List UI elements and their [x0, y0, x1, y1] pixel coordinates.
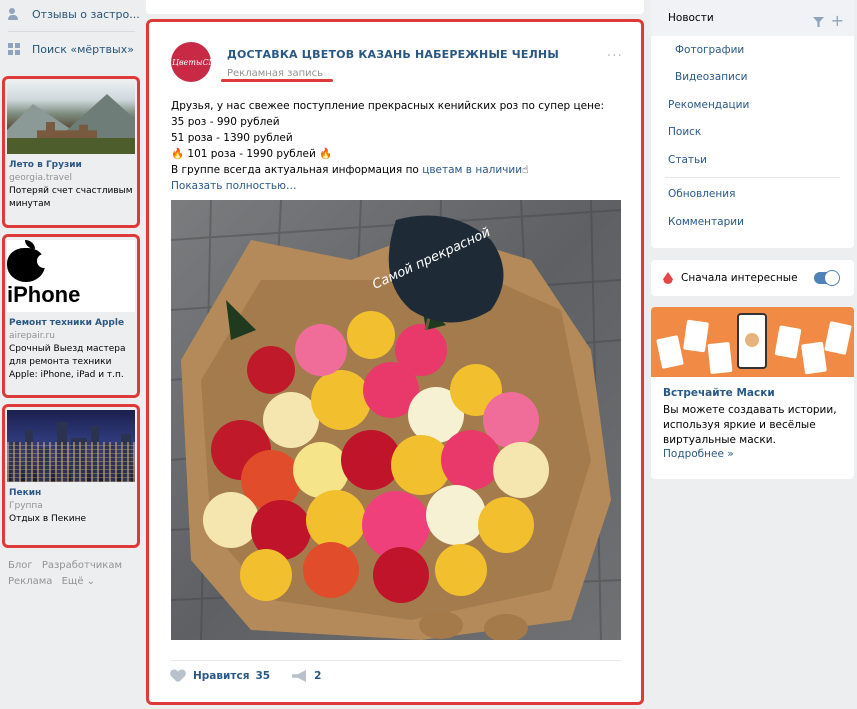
masks-promo-text: Вы можете создавать истории, используя я… — [663, 404, 837, 446]
masks-promo-card[interactable]: Встречайте Маски Вы можете создавать ист… — [651, 307, 854, 479]
ad-image-georgia[interactable] — [7, 82, 135, 154]
menu-divider — [665, 176, 840, 178]
left-menu-item-reviews[interactable]: Отзывы о застро... — [0, 0, 143, 28]
post-photo-bouquet[interactable]: Самой прекрасной — [171, 200, 621, 640]
iphone-logo-text: iPhone — [7, 282, 81, 307]
smart-feed-switch[interactable] — [814, 270, 840, 286]
more-options-icon[interactable]: ··· — [607, 48, 623, 64]
post-text-line: 35 роз - 990 рублей — [171, 116, 280, 128]
left-menu-item-search-dead[interactable]: Поиск «мёртвых» — [0, 35, 143, 63]
share-count: 2 — [314, 670, 322, 682]
ad-image-beijing[interactable] — [7, 410, 135, 482]
menu-item-comments[interactable]: Комментарии — [651, 208, 854, 236]
post-text-line: 51 роза - 1390 рублей — [171, 132, 293, 144]
ad-image-iphone[interactable]: iPhone — [7, 240, 135, 312]
ad-text: Потеряй счет счастливым минутам — [9, 186, 133, 209]
share-button[interactable]: 2 — [292, 670, 321, 682]
left-sidebar: Отзывы о застро... Поиск «мёртвых» — [0, 0, 143, 63]
vk-feed-page: Отзывы о застро... Поиск «мёртвых» Лето … — [0, 0, 857, 709]
flame-icon — [663, 272, 673, 284]
left-ad-georgia[interactable]: Лето в Грузии georgia.travel Потеряй сче… — [2, 76, 140, 228]
menu-item-photos[interactable]: Фотографии — [651, 36, 854, 64]
apple-logo-icon — [7, 240, 51, 282]
footer-link-ads[interactable]: Реклама — [8, 576, 52, 587]
footer-link-more[interactable]: Ещё ⌄ — [62, 576, 95, 587]
megaphone-icon — [292, 670, 307, 682]
group-name-link[interactable]: ДОСТАВКА ЦВЕТОВ КАЗАНЬ НАБЕРЕЖНЫЕ ЧЕЛНЫ — [227, 48, 559, 61]
bouquet-illustration: Самой прекрасной — [171, 200, 621, 640]
previous-post-edge — [146, 0, 644, 14]
post-inline-link[interactable]: цветам в наличии — [422, 164, 522, 176]
smart-feed-label: Сначала интересные — [681, 272, 798, 284]
post-text-line: Друзья, у нас свежее поступление прекрас… — [171, 100, 604, 112]
menu-item-videos[interactable]: Видеозаписи — [651, 64, 854, 92]
menu-item-recommendations[interactable]: Рекомендации — [651, 91, 854, 119]
left-footer: Блог Разработчикам Реклама Ещё ⌄ — [8, 558, 128, 590]
menu-item-news[interactable]: Новости — [651, 0, 854, 36]
menu-item-updates[interactable]: Обновления — [651, 181, 854, 209]
smart-feed-toggle-row[interactable]: Сначала интересные — [651, 260, 854, 296]
plus-icon[interactable]: + — [831, 13, 844, 29]
like-button[interactable]: Нравится 35 — [171, 670, 270, 682]
ad-domain: georgia.travel — [9, 173, 72, 183]
show-more-link[interactable]: Показать полностью… — [171, 178, 621, 194]
like-count: 35 — [255, 670, 271, 682]
ad-domain: airepair.ru — [9, 331, 55, 341]
masks-promo-title[interactable]: Встречайте Маски — [663, 387, 854, 399]
post-text: Друзья, у нас свежее поступление прекрас… — [171, 98, 621, 194]
ad-domain: Группа — [9, 501, 43, 511]
left-menu-item-label: Поиск «мёртвых» — [32, 42, 134, 56]
masks-promo-image[interactable] — [651, 307, 854, 377]
left-menu-item-label: Отзывы о застро... — [32, 7, 140, 21]
left-ad-apple-repair[interactable]: iPhone Ремонт техники Apple airepair.ru … — [2, 234, 140, 398]
apps-grid-icon — [8, 43, 22, 55]
like-label: Нравится — [193, 670, 250, 682]
post-text-line: 🔥 101 роза - 1990 рублей 🔥 — [171, 148, 333, 160]
footer-link-developers[interactable]: Разработчикам — [42, 560, 122, 571]
people-icon — [8, 8, 22, 20]
ad-title[interactable]: Ремонт техники Apple — [7, 317, 135, 330]
left-ad-beijing[interactable]: Пекин Группа Отдых в Пекине — [2, 404, 140, 548]
menu-item-articles[interactable]: Статьи — [651, 146, 854, 174]
ad-text: Срочный Выезд мастера для ремонта техник… — [9, 344, 126, 380]
post-text-line: В группе всегда актуальная информация по… — [171, 164, 529, 176]
ad-title[interactable]: Лето в Грузии — [7, 159, 135, 172]
ad-text: Отдых в Пекине — [9, 514, 87, 524]
group-avatar[interactable]: #ЦветыСМ — [165, 42, 217, 82]
sponsored-label: Рекламная запись — [220, 68, 334, 82]
footer-link-blog[interactable]: Блог — [8, 560, 33, 571]
post-actions: Нравится 35 2 — [171, 670, 321, 682]
masks-promo-more-link[interactable]: Подробнее » — [663, 448, 854, 460]
ad-title[interactable]: Пекин — [7, 487, 135, 500]
sponsored-post: #ЦветыСМ ДОСТАВКА ЦВЕТОВ КАЗАНЬ НАБЕРЕЖН… — [146, 19, 644, 705]
left-menu-divider — [8, 31, 135, 32]
news-filter-menu: Новости + Фотографии Видеозаписи Рекомен… — [651, 0, 854, 248]
menu-item-search[interactable]: Поиск — [651, 119, 854, 147]
post-header: #ЦветыСМ ДОСТАВКА ЦВЕТОВ КАЗАНЬ НАБЕРЕЖН… — [165, 42, 559, 82]
actions-divider — [171, 660, 621, 661]
heart-icon — [171, 670, 185, 682]
